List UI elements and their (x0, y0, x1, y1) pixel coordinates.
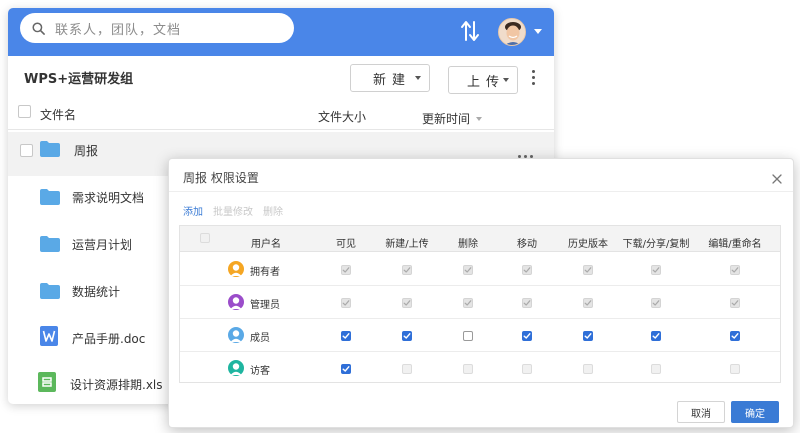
top-bar: 联系人，团队，文档 (8, 8, 554, 56)
add-button[interactable]: 添加 (183, 203, 203, 218)
permission-dialog: 周报 权限设置 添加 批量修改 删除 用户名 可见 新建/上传 删除 移动 历史… (168, 158, 794, 428)
permission-checkbox[interactable] (341, 364, 351, 374)
permission-table: 用户名 可见 新建/上传 删除 移动 历史版本 下载/分享/复制 编辑/重命名 … (179, 225, 781, 383)
user-avatar-icon (228, 294, 244, 310)
search-placeholder: 联系人，团队，文档 (55, 22, 182, 38)
divider (169, 191, 793, 192)
delete-button[interactable]: 删除 (263, 203, 283, 218)
permission-checkbox (402, 298, 412, 308)
user-role-label: 拥有者 (250, 267, 280, 278)
file-name[interactable]: 产品手册.doc (72, 330, 145, 347)
permission-checkbox (522, 298, 532, 308)
column-name: 文件名 (40, 108, 77, 122)
permission-checkbox (402, 265, 412, 275)
permission-checkbox (402, 364, 412, 374)
user-role-label: 成员 (250, 333, 270, 344)
permission-checkbox (730, 364, 740, 374)
folder-icon (40, 283, 60, 299)
user-avatar[interactable] (498, 18, 526, 46)
upload-button[interactable]: 上传 (448, 66, 518, 94)
column-history: 历史版本 (568, 239, 608, 250)
column-username: 用户名 (251, 239, 281, 250)
permission-checkbox (463, 265, 473, 275)
dialog-actions: 添加 批量修改 删除 (183, 203, 283, 218)
select-all-checkbox[interactable] (200, 233, 210, 243)
permission-checkbox (341, 265, 351, 275)
permission-checkbox[interactable] (463, 331, 473, 341)
new-button-label: 新建 (373, 72, 412, 88)
permission-checkbox (730, 298, 740, 308)
permission-checkbox (651, 298, 661, 308)
more-options-icon[interactable] (532, 70, 536, 86)
permission-checkbox (651, 364, 661, 374)
permission-checkbox (583, 364, 593, 374)
sort-chevron-icon[interactable] (476, 117, 482, 121)
confirm-button[interactable]: 确定 (731, 401, 779, 423)
permission-checkbox (341, 298, 351, 308)
permission-checkbox[interactable] (522, 331, 532, 341)
permission-checkbox (463, 364, 473, 374)
file-list-header (8, 100, 554, 130)
permission-checkbox (522, 265, 532, 275)
group-title: WPS+运营研发组 (24, 72, 134, 87)
user-role-label: 管理员 (250, 300, 280, 311)
search-icon (32, 21, 45, 35)
cancel-button[interactable]: 取消 (677, 401, 725, 423)
table-row: 拥有者 (180, 253, 780, 286)
batch-edit-button[interactable]: 批量修改 (213, 203, 253, 218)
table-row: 管理员 (180, 286, 780, 319)
column-download-share-copy: 下载/分享/复制 (622, 239, 690, 250)
column-visible: 可见 (336, 239, 356, 250)
permission-checkbox[interactable] (651, 331, 661, 341)
permission-checkbox (583, 298, 593, 308)
table-header: 用户名 可见 新建/上传 删除 移动 历史版本 下载/分享/复制 编辑/重命名 (180, 226, 780, 252)
permission-checkbox (730, 265, 740, 275)
user-role-label: 访客 (250, 366, 270, 377)
permission-checkbox (583, 265, 593, 275)
folder-icon (40, 236, 60, 252)
account-menu-chevron-icon[interactable] (534, 29, 542, 34)
permission-checkbox[interactable] (402, 331, 412, 341)
row-checkbox[interactable] (20, 144, 33, 157)
close-icon[interactable] (771, 173, 783, 185)
upload-button-label: 上传 (467, 74, 506, 90)
column-delete: 删除 (458, 239, 478, 250)
user-avatar-icon (228, 360, 244, 376)
permission-checkbox[interactable] (341, 331, 351, 341)
column-updated[interactable]: 更新时间 (422, 110, 470, 127)
select-all-checkbox[interactable] (18, 105, 31, 118)
permission-checkbox (651, 265, 661, 275)
column-edit-rename: 编辑/重命名 (708, 239, 762, 250)
file-name[interactable]: 需求说明文档 (72, 189, 144, 206)
column-create-upload: 新建/上传 (385, 239, 429, 250)
chevron-down-icon (415, 76, 421, 80)
file-name[interactable]: 运营月计划 (72, 236, 132, 253)
dialog-title: 周报 权限设置 (183, 171, 259, 185)
column-move: 移动 (517, 239, 537, 250)
search-input[interactable]: 联系人，团队，文档 (20, 13, 294, 43)
folder-icon (40, 189, 60, 205)
permission-checkbox (463, 298, 473, 308)
file-name[interactable]: 数据统计 (72, 283, 120, 300)
word-doc-icon (40, 326, 58, 346)
permission-checkbox[interactable] (730, 331, 740, 341)
table-row: 成员 (180, 319, 780, 352)
sheet-xls-icon (38, 372, 56, 392)
user-avatar-icon (228, 327, 244, 343)
permission-checkbox (522, 364, 532, 374)
file-name[interactable]: 设计资源排期.xls (70, 376, 163, 393)
permission-checkbox[interactable] (583, 331, 593, 341)
new-button[interactable]: 新建 (350, 64, 430, 92)
user-avatar-icon (228, 261, 244, 277)
folder-icon (40, 141, 60, 157)
table-row: 访客 (180, 352, 780, 385)
transfer-icon[interactable] (460, 20, 480, 42)
file-name[interactable]: 周报 (74, 142, 98, 159)
chevron-down-icon (503, 78, 509, 82)
column-size[interactable]: 文件大小 (318, 108, 366, 125)
